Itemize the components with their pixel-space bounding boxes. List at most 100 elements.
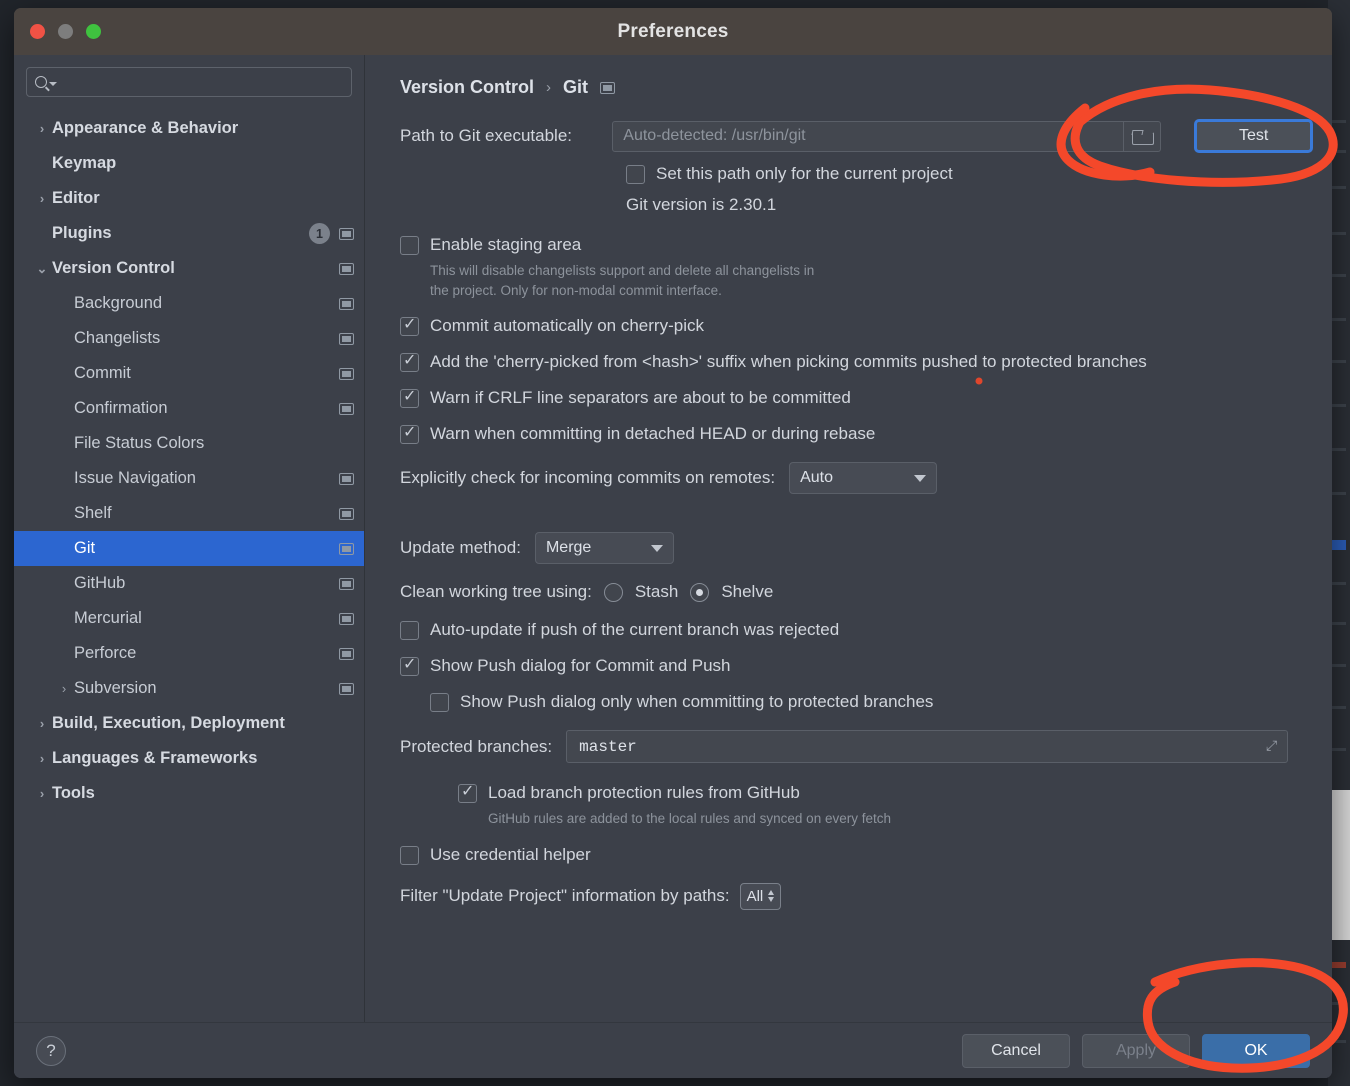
sidebar-item-indicators bbox=[339, 367, 354, 380]
incoming-commits-dropdown[interactable]: Auto bbox=[789, 462, 938, 495]
project-scope-icon bbox=[339, 402, 354, 415]
sidebar-item-issue-navigation[interactable]: Issue Navigation bbox=[14, 461, 364, 496]
chevron-right-icon[interactable]: › bbox=[32, 121, 52, 136]
sidebar-item-plugins[interactable]: Plugins 1 bbox=[14, 216, 364, 251]
sidebar-item-build-execution-deployment[interactable]: › Build, Execution, Deployment bbox=[14, 706, 364, 741]
search-input[interactable] bbox=[26, 67, 352, 97]
sidebar-item-mercurial[interactable]: Mercurial bbox=[14, 601, 364, 636]
sidebar-item-keymap[interactable]: Keymap bbox=[14, 146, 364, 181]
warn-crlf-label: Warn if CRLF line separators are about t… bbox=[430, 388, 851, 408]
sidebar-item-background[interactable]: Background bbox=[14, 286, 364, 321]
sidebar-item-confirmation[interactable]: Confirmation bbox=[14, 391, 364, 426]
sidebar-item-version-control[interactable]: ⌄ Version Control bbox=[14, 251, 364, 286]
chevron-right-icon[interactable]: › bbox=[32, 716, 52, 731]
stash-label: Stash bbox=[634, 582, 679, 602]
chevron-down-icon[interactable]: ⌄ bbox=[32, 261, 52, 277]
warn-crlf-row[interactable]: Warn if CRLF line separators are about t… bbox=[400, 387, 1312, 409]
close-button[interactable] bbox=[30, 24, 45, 39]
load-branch-rules-checkbox[interactable] bbox=[458, 782, 477, 804]
add-cherry-picked-suffix-row[interactable]: Add the 'cherry-picked from <hash>' suff… bbox=[400, 351, 1312, 373]
load-branch-rules-row[interactable]: Load branch protection rules from GitHub bbox=[458, 782, 1312, 804]
help-button[interactable]: ? bbox=[36, 1035, 66, 1066]
sidebar-item-github[interactable]: GitHub bbox=[14, 566, 364, 601]
use-credential-helper-label: Use credential helper bbox=[430, 844, 591, 864]
show-push-protected-row[interactable]: Show Push dialog only when committing to… bbox=[430, 692, 1312, 713]
sidebar-item-label: Plugins bbox=[52, 224, 112, 242]
chevron-right-icon[interactable]: › bbox=[32, 191, 52, 206]
test-button[interactable]: Test bbox=[1195, 120, 1312, 152]
stash-radio[interactable] bbox=[603, 582, 623, 602]
staging-hint: This will disable changelists support an… bbox=[430, 261, 1312, 300]
zoom-button[interactable] bbox=[86, 24, 101, 39]
project-scope-icon bbox=[339, 612, 354, 625]
auto-update-rejected-checkbox[interactable] bbox=[400, 621, 419, 641]
show-push-protected-checkbox[interactable] bbox=[430, 693, 449, 713]
shelve-radio[interactable] bbox=[690, 582, 710, 602]
settings-sidebar: › Appearance & Behavior Keymap › Editor Plugi… bbox=[14, 55, 365, 1022]
chevron-right-icon[interactable]: › bbox=[32, 786, 52, 801]
incoming-commits-value: Auto bbox=[800, 469, 833, 487]
chevron-right-icon: › bbox=[546, 79, 552, 96]
set-path-current-project-label: Set this path only for the current proje… bbox=[656, 164, 953, 183]
chevron-right-icon[interactable]: › bbox=[54, 681, 74, 696]
update-method-dropdown[interactable]: Merge bbox=[534, 532, 674, 565]
expand-icon[interactable]: ⤢ bbox=[1266, 739, 1277, 755]
git-path-label: Path to Git executable: bbox=[400, 126, 572, 145]
show-push-dialog-checkbox[interactable] bbox=[400, 655, 419, 677]
shelve-label: Shelve bbox=[721, 582, 774, 602]
git-path-row: Path to Git executable: Auto-detected: /… bbox=[400, 120, 1312, 152]
warn-detached-head-row[interactable]: Warn when committing in detached HEAD or… bbox=[400, 423, 1312, 445]
sidebar-item-appearance-behavior[interactable]: › Appearance & Behavior bbox=[14, 111, 364, 146]
update-method-value: Merge bbox=[545, 539, 592, 557]
protected-branches-input[interactable]: master ⤢ bbox=[566, 730, 1289, 764]
filter-update-project-value: All bbox=[746, 887, 764, 905]
sidebar-item-label: Git bbox=[74, 539, 96, 557]
sidebar-item-changelists[interactable]: Changelists bbox=[14, 321, 364, 356]
project-scope-icon bbox=[339, 507, 354, 520]
load-branch-rules-hint: GitHub rules are added to the local rule… bbox=[488, 811, 891, 827]
search-icon bbox=[35, 76, 57, 88]
set-path-current-project-checkbox[interactable] bbox=[626, 165, 645, 184]
staging-hint-line2: the project. Only for non-modal commit i… bbox=[430, 282, 722, 298]
cancel-button[interactable]: Cancel bbox=[962, 1033, 1070, 1068]
sidebar-item-tools[interactable]: › Tools bbox=[14, 776, 364, 811]
warn-detached-head-checkbox[interactable] bbox=[400, 423, 419, 445]
sidebar-item-git[interactable]: Git bbox=[14, 531, 364, 566]
use-credential-helper-checkbox[interactable] bbox=[400, 845, 419, 865]
sidebar-item-languages-frameworks[interactable]: › Languages & Frameworks bbox=[14, 741, 364, 776]
project-scope-icon bbox=[339, 472, 354, 485]
git-settings-panel: Version Control › Git Path to Git execut… bbox=[366, 55, 1332, 1022]
sidebar-item-commit[interactable]: Commit bbox=[14, 356, 364, 391]
show-push-dialog-row[interactable]: Show Push dialog for Commit and Push bbox=[400, 655, 1312, 677]
protected-branches-value: master bbox=[579, 737, 637, 756]
set-path-current-project-row[interactable]: Set this path only for the current proje… bbox=[626, 164, 1312, 184]
enable-staging-checkbox[interactable] bbox=[400, 236, 419, 255]
add-cherry-picked-suffix-checkbox[interactable] bbox=[400, 351, 419, 373]
sidebar-item-indicators: 1 bbox=[309, 223, 354, 244]
commit-auto-cherry-pick-checkbox[interactable] bbox=[400, 315, 419, 337]
project-scope-icon bbox=[339, 332, 354, 345]
sidebar-item-indicators bbox=[339, 647, 354, 660]
warn-crlf-checkbox[interactable] bbox=[400, 387, 419, 409]
sidebar-item-label: Confirmation bbox=[74, 399, 168, 417]
sidebar-item-file-status-colors[interactable]: File Status Colors bbox=[14, 426, 364, 461]
breadcrumb-parent[interactable]: Version Control bbox=[400, 77, 534, 98]
apply-button: Apply bbox=[1082, 1033, 1190, 1068]
enable-staging-row[interactable]: Enable staging area bbox=[400, 235, 1312, 255]
minimize-button[interactable] bbox=[58, 24, 73, 39]
sidebar-item-editor[interactable]: › Editor bbox=[14, 181, 364, 216]
auto-update-rejected-row[interactable]: Auto-update if push of the current branc… bbox=[400, 620, 1312, 641]
browse-button[interactable] bbox=[1123, 120, 1162, 152]
folder-icon bbox=[1131, 129, 1154, 145]
sidebar-item-perforce[interactable]: Perforce bbox=[14, 636, 364, 671]
staging-hint-line1: This will disable changelists support an… bbox=[430, 263, 815, 278]
use-credential-helper-row[interactable]: Use credential helper bbox=[400, 845, 1312, 865]
commit-auto-cherry-pick-row[interactable]: Commit automatically on cherry-pick bbox=[400, 315, 1312, 337]
ok-button[interactable]: OK bbox=[1202, 1033, 1310, 1068]
chevron-right-icon[interactable]: › bbox=[32, 751, 52, 766]
sidebar-item-shelf[interactable]: Shelf bbox=[14, 496, 364, 531]
sidebar-item-subversion[interactable]: › Subversion bbox=[14, 671, 364, 706]
project-scope-icon bbox=[339, 297, 354, 310]
filter-update-project-dropdown[interactable]: All bbox=[739, 882, 782, 910]
git-path-input[interactable]: Auto-detected: /usr/bin/git bbox=[612, 120, 1124, 152]
